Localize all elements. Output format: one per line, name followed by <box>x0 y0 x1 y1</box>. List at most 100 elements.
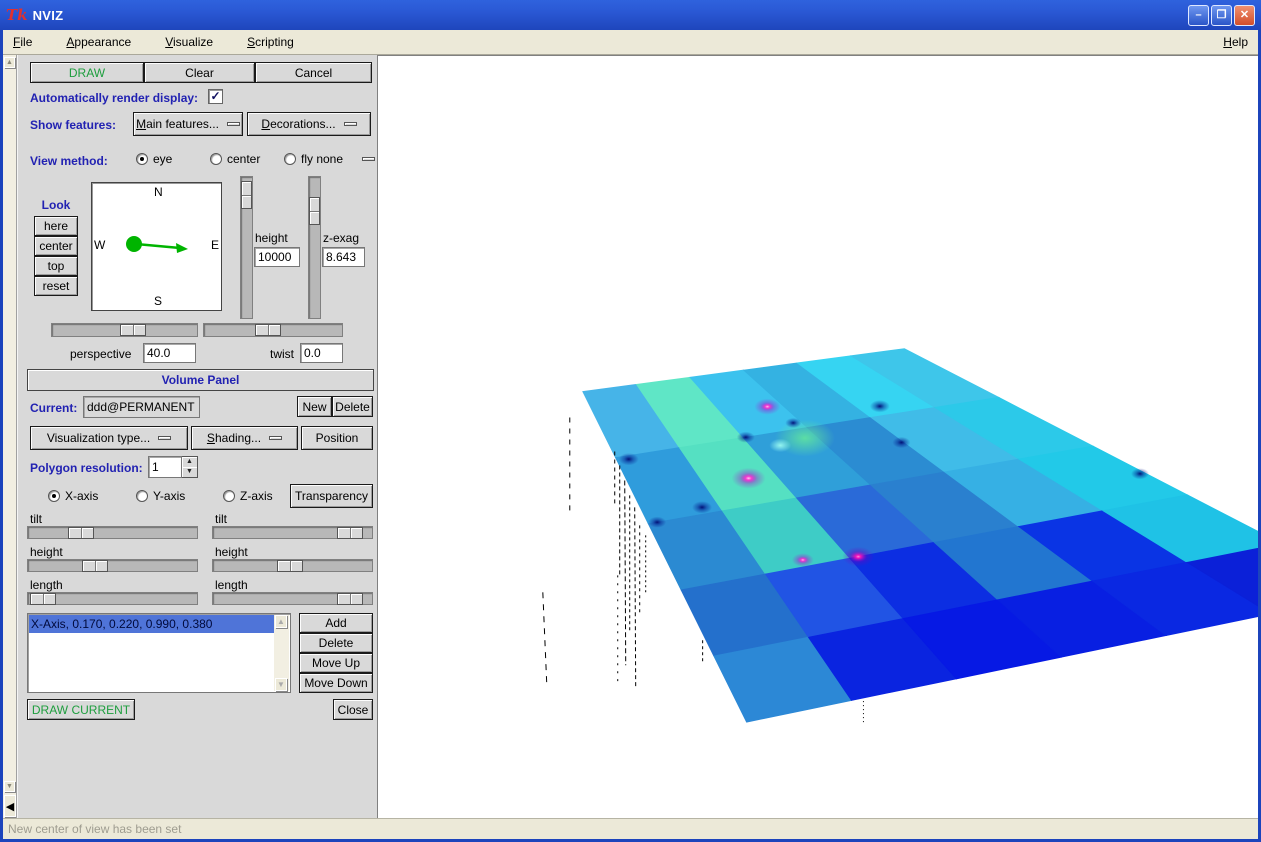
volume-render[interactable] <box>378 56 1258 818</box>
twist-slider[interactable] <box>203 323 343 337</box>
clear-button[interactable]: Clear <box>144 62 255 83</box>
radio-label: center <box>227 152 260 166</box>
twist-input[interactable] <box>300 343 343 363</box>
main-features-menubutton[interactable]: Main features... <box>133 112 243 136</box>
x-axis-radio[interactable]: X-axis <box>48 489 98 503</box>
tilt-right-slider[interactable] <box>212 526 373 539</box>
shading-menubutton[interactable]: Shading... <box>191 426 298 450</box>
slider-thumb[interactable] <box>337 593 363 605</box>
radio-label: Z-axis <box>240 489 273 503</box>
polygon-resolution-input[interactable] <box>148 456 182 478</box>
position-button[interactable]: Position <box>301 426 373 450</box>
visualization-type-menubutton[interactable]: Visualization type... <box>30 426 188 450</box>
scroll-up-icon[interactable]: ▲ <box>275 615 287 628</box>
tk-app-icon: Tk <box>6 6 28 24</box>
compass-east-label: E <box>211 238 219 252</box>
height-right-slider[interactable] <box>212 559 373 572</box>
menu-file[interactable]: File <box>9 33 36 51</box>
look-top-button[interactable]: top <box>34 256 78 276</box>
shading-label: Shading... <box>207 431 261 445</box>
render-canvas[interactable] <box>377 55 1258 818</box>
height-slider-label: height <box>255 231 288 245</box>
radio-icon <box>210 153 222 165</box>
zexag-slider-thumb[interactable] <box>309 197 320 225</box>
zexag-input[interactable] <box>322 247 365 267</box>
menu-visualize[interactable]: Visualize <box>161 33 217 51</box>
decorations-menubutton[interactable]: Decorations... <box>247 112 371 136</box>
z-axis-radio[interactable]: Z-axis <box>223 489 273 503</box>
slider-thumb[interactable] <box>30 593 56 605</box>
status-text: New center of view has been set <box>8 822 181 836</box>
main-features-label: Main features... <box>136 117 219 131</box>
perspective-label: perspective <box>70 347 131 361</box>
height-input[interactable] <box>254 247 300 267</box>
slider-thumb[interactable] <box>68 527 94 539</box>
panel-vertical-scrollbar[interactable]: ▲ ▼ ◀ <box>3 55 16 818</box>
slider-thumb[interactable] <box>277 560 303 572</box>
window-title: NVIZ <box>33 8 64 23</box>
height-slider-thumb[interactable] <box>241 181 252 209</box>
listbox-scrollbar[interactable]: ▲ ▼ <box>274 615 289 691</box>
look-reset-button[interactable]: reset <box>34 276 78 296</box>
tilt-left-slider[interactable] <box>27 526 198 539</box>
perspective-slider-thumb[interactable] <box>120 324 146 336</box>
draw-button[interactable]: DRAW <box>30 62 144 83</box>
close-button[interactable]: ✕ <box>1234 5 1255 26</box>
view-method-fly-radio[interactable]: fly none <box>284 152 343 166</box>
view-position-compass[interactable]: N S W E <box>91 182 222 311</box>
draw-current-button[interactable]: DRAW CURRENT <box>27 699 135 720</box>
perspective-input[interactable] <box>143 343 196 363</box>
menu-scripting[interactable]: Scripting <box>243 33 298 51</box>
slider-thumb[interactable] <box>82 560 108 572</box>
twist-slider-thumb[interactable] <box>255 324 281 336</box>
delete-volume-button[interactable]: Delete <box>332 396 373 417</box>
move-up-button[interactable]: Move Up <box>299 653 373 673</box>
look-center-button[interactable]: center <box>34 236 78 256</box>
scroll-down-icon[interactable]: ▼ <box>275 678 287 691</box>
delete-button[interactable]: Delete <box>299 633 373 653</box>
fly-menu-indicator-icon[interactable] <box>362 157 375 161</box>
length-right-slider[interactable] <box>212 592 373 605</box>
current-volume-input[interactable] <box>83 396 200 418</box>
zexag-slider[interactable] <box>308 176 321 319</box>
list-item[interactable]: X-Axis, 0.170, 0.220, 0.990, 0.380 <box>29 615 274 633</box>
menu-indicator-icon <box>227 122 240 126</box>
look-here-button[interactable]: here <box>34 216 78 236</box>
visualization-type-label: Visualization type... <box>47 431 150 445</box>
menu-appearance[interactable]: Appearance <box>62 33 135 51</box>
minimize-icon: – <box>1195 10 1201 21</box>
minimize-button[interactable]: – <box>1188 5 1209 26</box>
add-button[interactable]: Add <box>299 613 373 633</box>
maximize-button[interactable]: ❐ <box>1211 5 1232 26</box>
height-left-label: height <box>30 545 63 559</box>
radio-label: X-axis <box>65 489 98 503</box>
radio-label: fly none <box>301 152 343 166</box>
scroll-up-icon[interactable]: ▲ <box>4 57 15 68</box>
length-left-label: length <box>30 578 63 592</box>
close-panel-button[interactable]: Close <box>333 699 373 720</box>
scroll-down-icon[interactable]: ▼ <box>4 781 15 792</box>
radio-icon <box>48 490 60 502</box>
spinner-arrows[interactable]: ▲ ▼ <box>182 456 198 478</box>
transparency-button[interactable]: Transparency <box>290 484 373 508</box>
move-down-button[interactable]: Move Down <box>299 673 373 693</box>
slider-thumb[interactable] <box>337 527 363 539</box>
titlebar[interactable]: Tk NVIZ – ❐ ✕ <box>0 0 1261 30</box>
scroll-left-icon[interactable]: ◀ <box>4 795 16 817</box>
length-left-slider[interactable] <box>27 592 198 605</box>
menu-help[interactable]: Help <box>1219 33 1252 51</box>
radio-icon <box>136 490 148 502</box>
perspective-slider[interactable] <box>51 323 198 337</box>
view-method-center-radio[interactable]: center <box>210 152 260 166</box>
spin-down-icon[interactable]: ▼ <box>182 467 197 477</box>
height-slider[interactable] <box>240 176 253 319</box>
cancel-button[interactable]: Cancel <box>255 62 372 83</box>
slice-listbox[interactable]: X-Axis, 0.170, 0.220, 0.990, 0.380 ▲ ▼ <box>27 613 291 693</box>
view-method-eye-radio[interactable]: eye <box>136 152 172 166</box>
new-button[interactable]: New <box>297 396 332 417</box>
polygon-resolution-spinner[interactable]: ▲ ▼ <box>148 456 198 478</box>
auto-render-checkbox[interactable]: ✓ <box>208 89 223 104</box>
y-axis-radio[interactable]: Y-axis <box>136 489 185 503</box>
height-left-slider[interactable] <box>27 559 198 572</box>
spin-up-icon[interactable]: ▲ <box>182 457 197 467</box>
